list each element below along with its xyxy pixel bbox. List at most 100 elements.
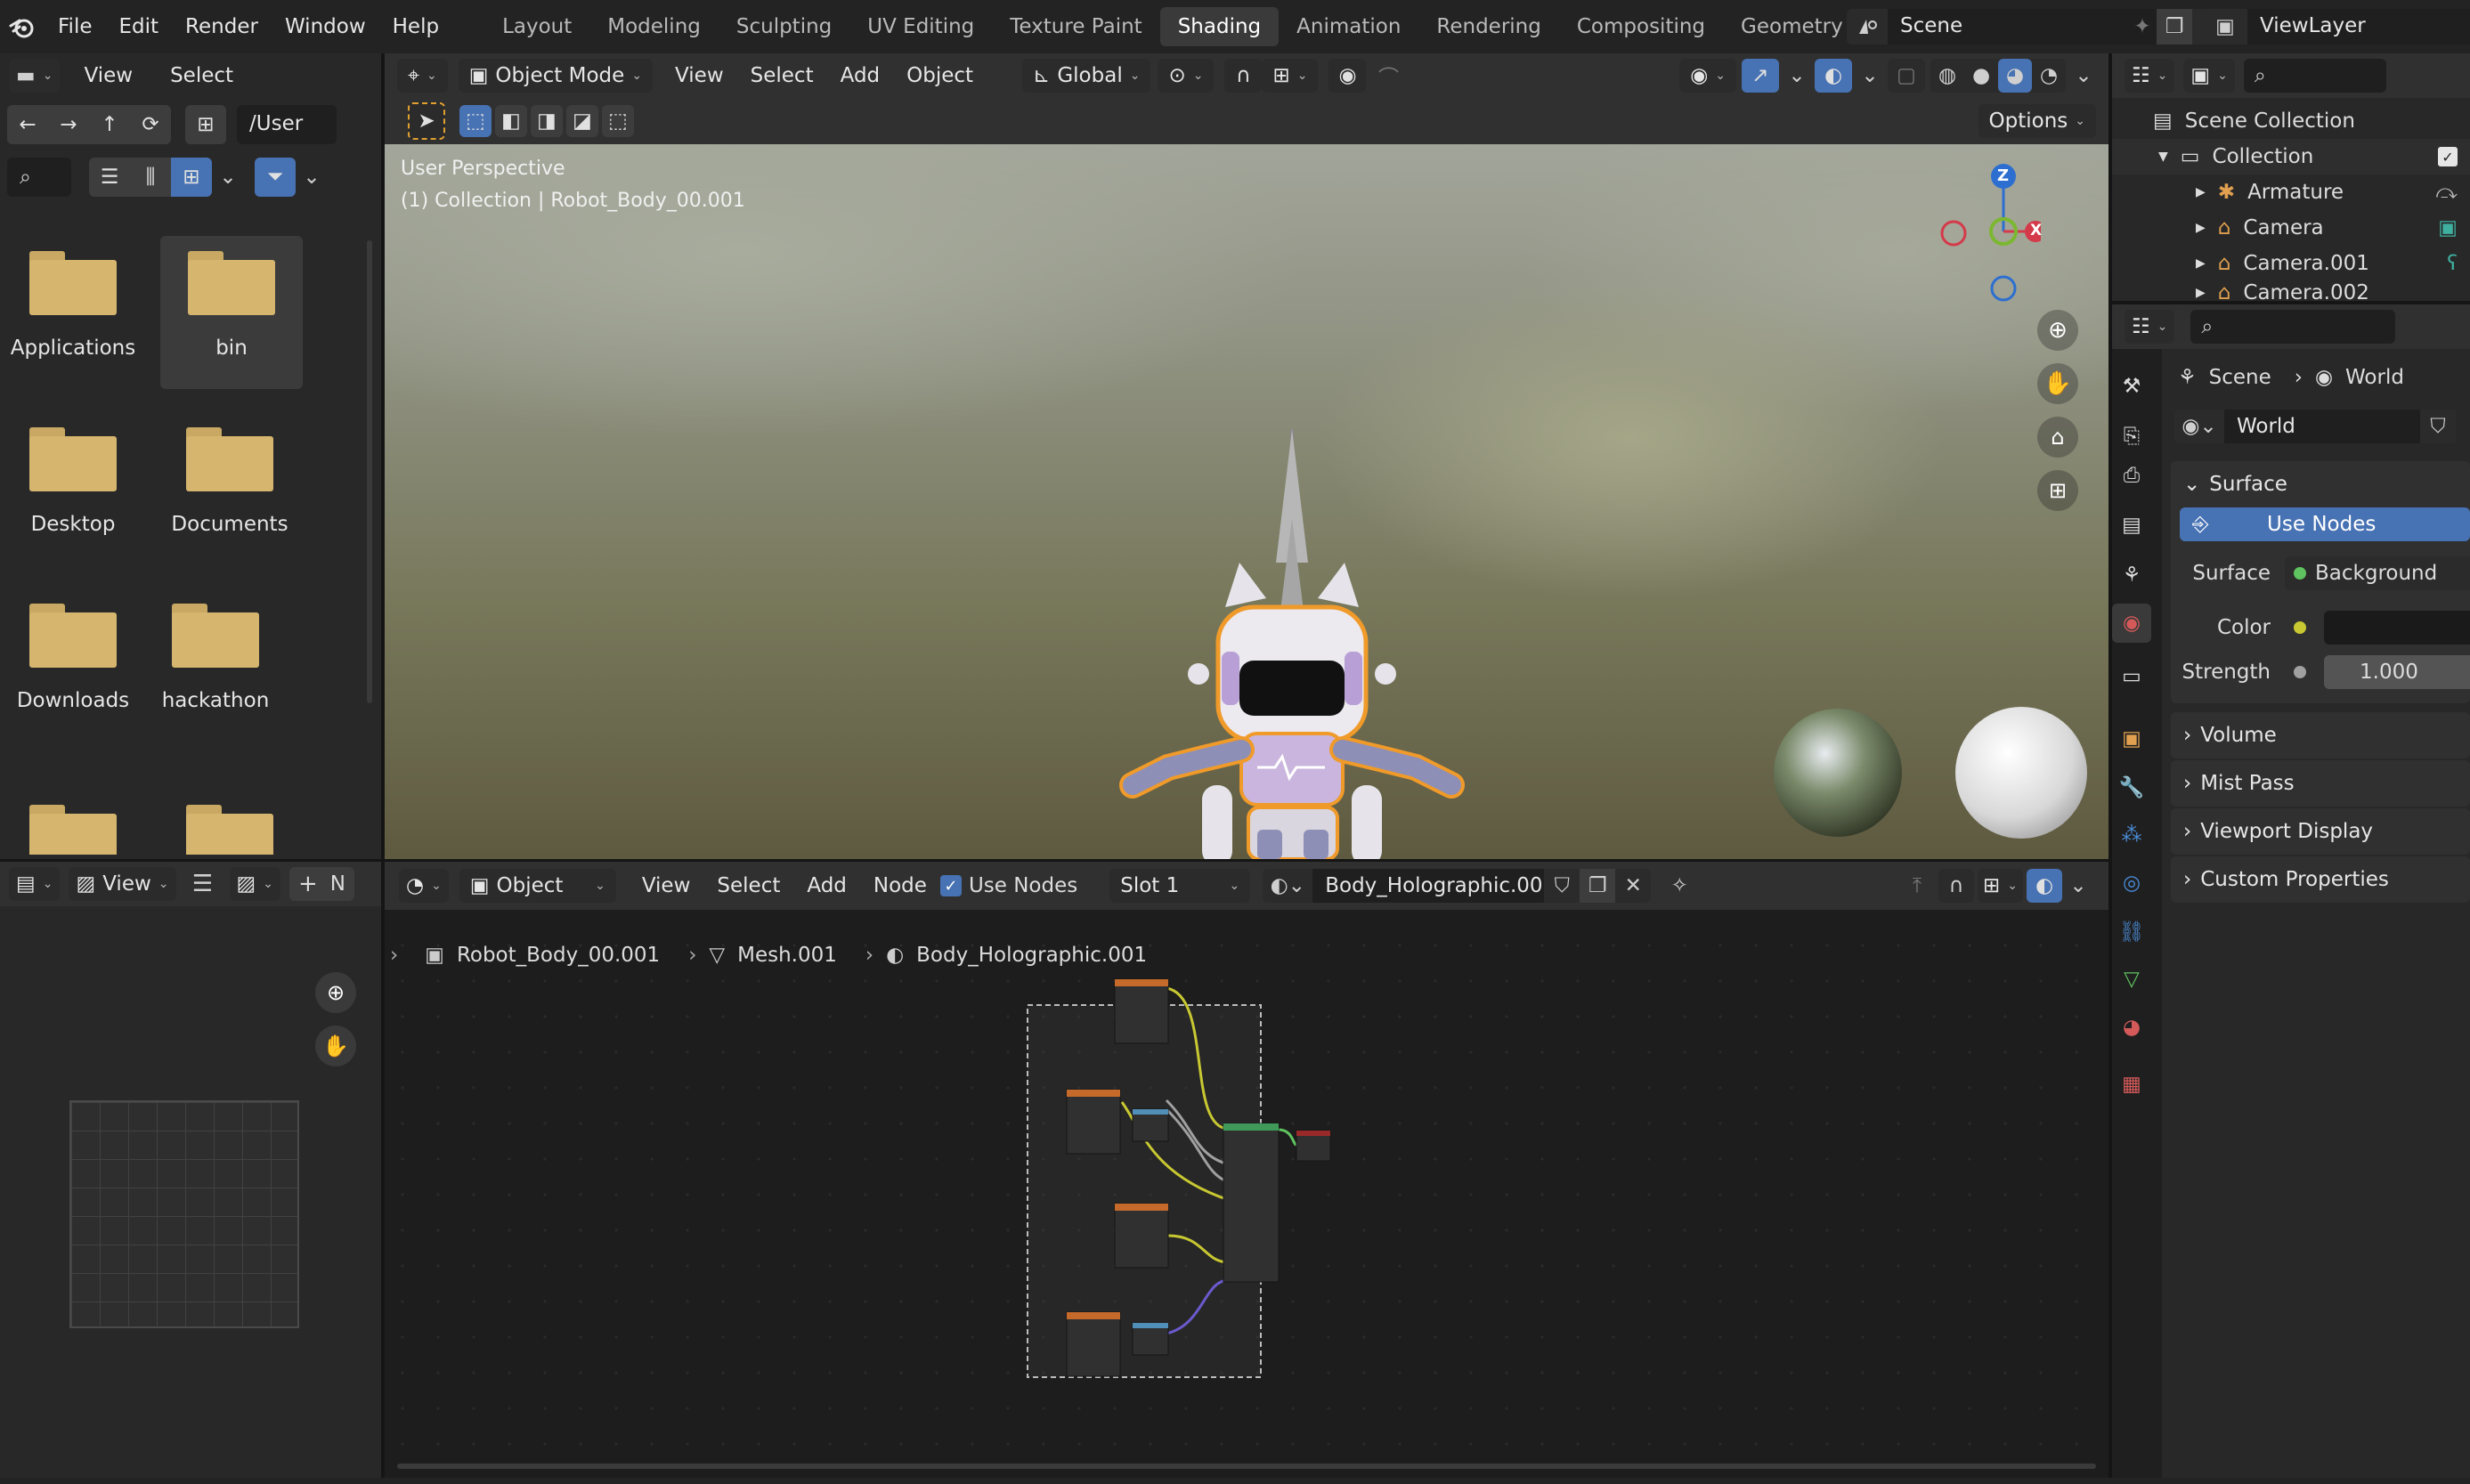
display-mode-dropdown[interactable]: ▣ ⌄ [2183, 59, 2235, 93]
filter-toggle-button[interactable]: ⏷ [255, 158, 296, 197]
options-dropdown[interactable]: Options ⌄ [1978, 104, 2096, 138]
viewport-3d[interactable]: ⌖ ⌄ ▣ Object Mode ⌄ View Select Add Object… [385, 53, 2108, 859]
menu-help[interactable]: Help [379, 15, 452, 38]
folder-item[interactable] [2, 801, 144, 855]
physics-tab-icon[interactable]: ◎ [2112, 864, 2151, 903]
folder-item[interactable]: Downloads [2, 586, 144, 746]
pan-hand-icon[interactable]: ✋ [2037, 363, 2078, 404]
texture-node[interactable] [1114, 978, 1169, 1044]
snap-toggle[interactable]: ∩ [1224, 59, 1263, 93]
area-divider[interactable] [2112, 301, 2470, 304]
select-tool-button[interactable]: ➤ [408, 102, 445, 140]
camera-view-icon[interactable]: ⌂ [2037, 417, 2078, 458]
collection-tab-icon[interactable]: ▭ [2112, 657, 2151, 696]
file-menu-view[interactable]: View [70, 64, 146, 87]
data-tab-icon[interactable]: ▽ [2112, 960, 2151, 999]
view-layer-tab-icon[interactable]: ▤ [2112, 506, 2151, 545]
texture-node[interactable] [1066, 1311, 1121, 1377]
file-menu-select[interactable]: Select [157, 64, 247, 87]
expand-right-icon[interactable]: ▶ [2196, 221, 2206, 235]
texture-tab-icon[interactable]: ▦ [2112, 1065, 2151, 1104]
fake-user-shield-icon[interactable]: ⛉ [2420, 410, 2456, 443]
viewport-menu-object[interactable]: Object [893, 64, 987, 87]
color-field[interactable] [2285, 611, 2470, 645]
strength-value[interactable]: 1.000 [2324, 655, 2470, 689]
tab-shading[interactable]: Shading [1159, 7, 1280, 46]
image-view-mode-dropdown[interactable]: ▨ View ⌄ [69, 867, 176, 901]
navigation-gizmo[interactable] [1934, 160, 2041, 312]
tab-animation[interactable]: Animation [1279, 7, 1418, 46]
falloff-icon[interactable]: ⌒ [1366, 59, 1410, 93]
editor-type-dropdown[interactable]: ▬ ⌄ [9, 59, 61, 93]
file-search-field[interactable]: ⌕ [7, 158, 71, 197]
viewport-scene[interactable] [385, 144, 2108, 859]
select-subtract-button[interactable]: ◨ [531, 105, 563, 137]
filter-dropdown-chevron-icon[interactable]: ⌄ [296, 158, 328, 197]
folder-item-selected[interactable]: bin [160, 236, 303, 389]
menu-file[interactable]: File [45, 15, 106, 38]
gizmo-dropdown-chevron-icon[interactable]: ⌄ [1784, 59, 1809, 93]
folder-item[interactable]: Documents [158, 410, 301, 570]
display-dropdown-chevron-icon[interactable]: ⌄ [212, 158, 244, 197]
file-scrollbar[interactable] [367, 240, 372, 703]
material-tab-icon[interactable]: ◕ [2112, 1008, 2151, 1047]
menu-render[interactable]: Render [172, 15, 272, 38]
texture-node[interactable] [1066, 1089, 1121, 1155]
shading-dropdown-chevron-icon[interactable]: ⌄ [2071, 59, 2096, 93]
tab-compositing[interactable]: Compositing [1559, 7, 1723, 46]
expand-right-icon[interactable]: ▶ [2196, 286, 2206, 300]
select-invert-button[interactable]: ◪ [566, 105, 598, 137]
back-button[interactable]: ← [7, 105, 48, 144]
path-field[interactable]: /User [237, 105, 337, 144]
folder-item[interactable]: Desktop [2, 410, 144, 570]
zoom-icon[interactable]: ⊕ [315, 972, 356, 1013]
gizmo-toggle[interactable]: ↗ [1742, 59, 1779, 93]
use-nodes-button[interactable]: ⎆ Use Nodes [2180, 507, 2470, 541]
expand-right-icon[interactable]: ▶ [2196, 256, 2206, 271]
new-folder-button[interactable]: ⊞ [185, 105, 226, 144]
material-preview-shading-icon[interactable]: ◕ [1998, 59, 2032, 93]
new-image-button[interactable]: + N [289, 867, 355, 901]
tab-modeling[interactable]: Modeling [589, 7, 719, 46]
robot-character[interactable] [1119, 429, 1465, 859]
surface-shader-field[interactable]: Background [2285, 556, 2470, 590]
display-list-vertical-button[interactable]: ☰ [89, 158, 130, 197]
tree-row-armature[interactable]: ▶ ✱ Armature ⤼ [2112, 174, 2470, 210]
display-thumbnails-button[interactable]: ⊞ [171, 158, 212, 197]
menu-window[interactable]: Window [272, 15, 379, 38]
node-editor-scrollbar[interactable] [397, 1464, 2096, 1469]
tree-row-collection[interactable]: ▼ ▭ Collection ✓ [2112, 139, 2470, 174]
snap-target-dropdown[interactable]: ⊞ ⌄ [1262, 59, 1319, 93]
tree-row-scene-collection[interactable]: ▤ Scene Collection [2112, 103, 2470, 139]
viewport-menu-add[interactable]: Add [827, 64, 894, 87]
area-divider[interactable] [0, 859, 2108, 862]
pin-icon[interactable]: ✦ [2128, 9, 2157, 45]
mapping-node[interactable] [1132, 1108, 1169, 1142]
shader-node-editor[interactable]: ◔ ⌄ ▣ Object ⌄ View Select Add Node ✓ Use … [385, 862, 2108, 1484]
principled-bsdf-node[interactable] [1223, 1123, 1280, 1283]
overlay-toggle[interactable]: ◐ [1815, 59, 1852, 93]
render-tab-icon[interactable]: ⎘ [2112, 417, 2151, 456]
world-name-field[interactable]: World [2224, 410, 2420, 443]
proportional-edit-toggle[interactable]: ◉ [1328, 59, 1367, 93]
pivot-dropdown[interactable]: ⊙ ⌄ [1158, 59, 1215, 93]
editor-type-dropdown[interactable]: ☷ ⌄ [2125, 310, 2175, 344]
mode-dropdown[interactable]: ▣ Object Mode ⌄ [458, 59, 654, 93]
pan-hand-icon[interactable]: ✋ [315, 1026, 356, 1066]
checkbox-checked-icon[interactable]: ✓ [2438, 147, 2458, 166]
constraints-tab-icon[interactable]: ⛓ [2112, 912, 2151, 951]
tab-sculpting[interactable]: Sculpting [719, 7, 849, 46]
zoom-icon[interactable]: ⊕ [2037, 310, 2078, 351]
select-intersect-button[interactable]: ⬚ [602, 105, 634, 137]
world-browse-icon[interactable]: ◉⌄ [2174, 410, 2224, 443]
hamburger-menu-icon[interactable]: ☰ [185, 867, 221, 901]
refresh-button[interactable]: ⟳ [130, 105, 171, 144]
image-browse-dropdown[interactable]: ▨ ⌄ [229, 867, 280, 901]
material-output-node[interactable] [1296, 1130, 1331, 1162]
tab-layout[interactable]: Layout [484, 7, 589, 46]
area-divider[interactable] [381, 53, 385, 1484]
blender-logo-icon[interactable] [0, 0, 45, 53]
tree-row-camera-001[interactable]: ▶ ⌂ Camera.001 ʕ [2112, 246, 2470, 281]
editor-type-dropdown[interactable]: ▤ ⌄ [9, 867, 61, 901]
uv-grid[interactable] [69, 1100, 299, 1328]
